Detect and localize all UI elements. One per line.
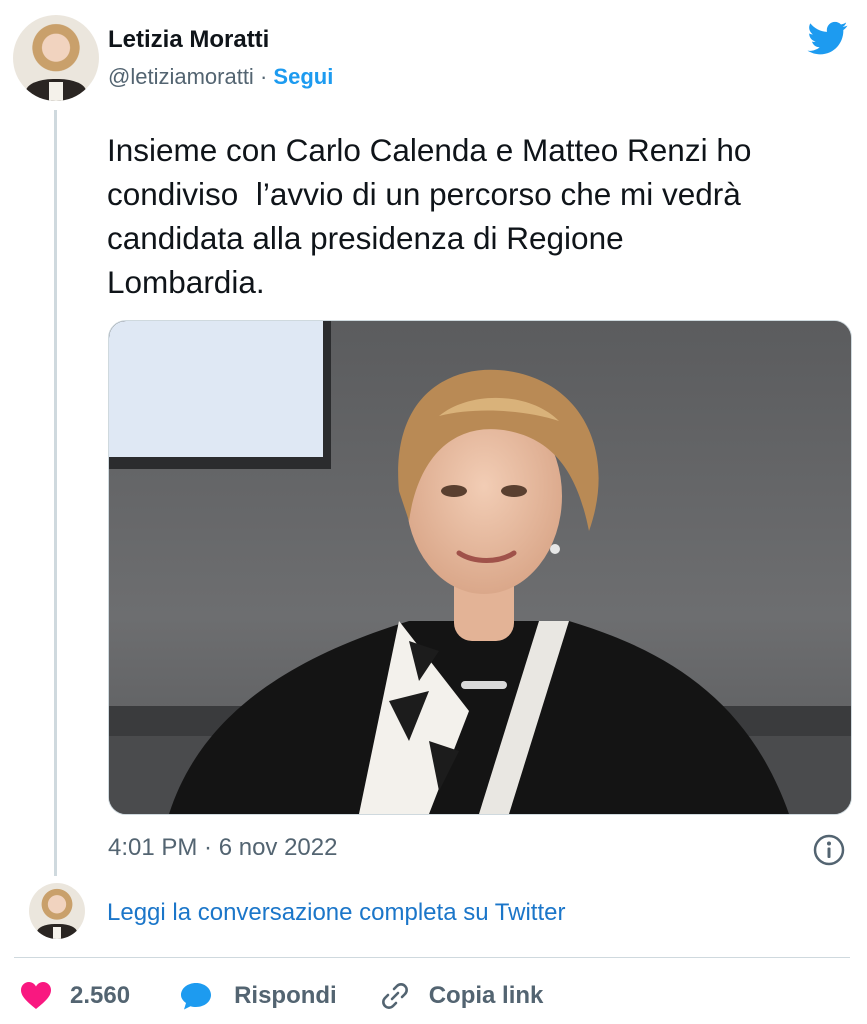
action-bar: 2.560 Rispondi Copia link [20, 978, 543, 1014]
photo-illustration [109, 321, 851, 814]
thread-line [54, 110, 57, 876]
handle-separator: · [259, 64, 268, 89]
follow-button[interactable]: Segui [273, 64, 333, 89]
reply-label: Rispondi [234, 982, 337, 1009]
author-handle-row: @letiziamoratti · Segui [108, 64, 333, 90]
copy-link-button[interactable]: Copia link [379, 980, 544, 1012]
copy-link-label: Copia link [428, 982, 544, 1009]
info-icon[interactable] [812, 833, 846, 867]
tweet-timestamp[interactable]: 4:01 PM · 6 nov 2022 [108, 834, 337, 862]
like-count: 2.560 [70, 982, 131, 1009]
tweet-text: Insieme con Carlo Calenda e Matteo Renzi… [107, 132, 752, 300]
author-avatar[interactable] [13, 15, 99, 101]
avatar-collar [49, 82, 63, 101]
avatar-collar [52, 926, 62, 939]
speech-bubble-icon [181, 983, 212, 1010]
twitter-bird-icon[interactable] [806, 18, 850, 58]
heart-icon [21, 982, 51, 1009]
tweet-photo[interactable] [108, 320, 852, 815]
reply-avatar[interactable] [29, 883, 85, 939]
read-conversation-link[interactable]: Leggi la conversazione completa su Twitt… [107, 899, 565, 927]
like-button[interactable]: 2.560 [20, 981, 130, 1011]
reply-button[interactable]: Rispondi [180, 981, 337, 1011]
divider [14, 957, 850, 958]
author-name[interactable]: Letizia Moratti [108, 26, 269, 54]
link-icon [381, 983, 408, 1009]
author-handle[interactable]: @letiziamoratti [108, 64, 254, 89]
